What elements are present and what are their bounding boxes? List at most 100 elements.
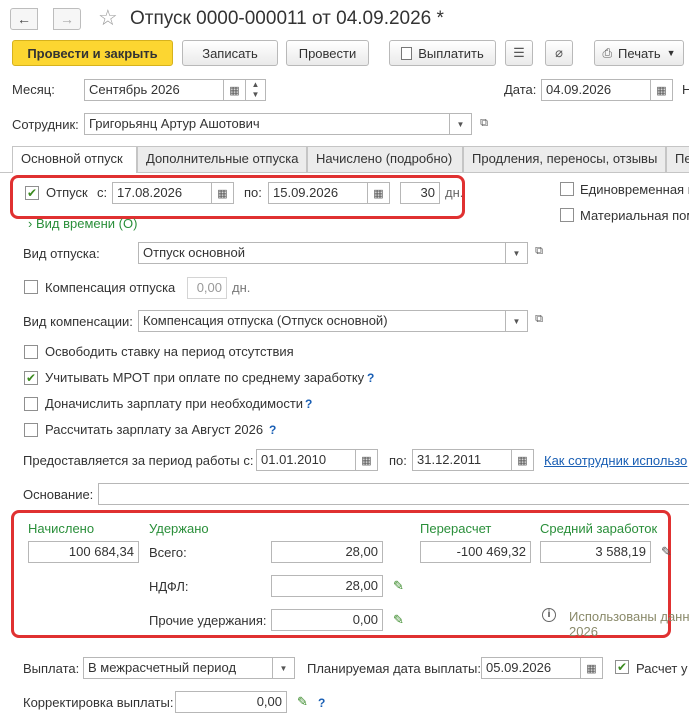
recalculation-label: Перерасчет <box>420 521 492 536</box>
caret-down-icon: ▼ <box>279 663 288 673</box>
tab-additional-leave[interactable]: Дополнительные отпуска <box>137 146 307 172</box>
work-period-to-field[interactable]: 31.12.2011 <box>412 449 512 471</box>
employee-field[interactable]: Григорьянц Артур Ашотович <box>84 113 450 135</box>
open-link-icon: ⧉ <box>480 116 488 129</box>
payment-field[interactable]: В межрасчетный период <box>83 657 273 679</box>
calculation-checkbox[interactable]: ✔ <box>615 660 629 674</box>
date-field[interactable]: 04.09.2026 <box>541 79 651 101</box>
back-button[interactable]: ← <box>10 8 38 30</box>
payment-dropdown-button[interactable]: ▼ <box>273 657 295 679</box>
other-withholdings-field[interactable]: 0,00 <box>271 609 383 631</box>
material-aid-label: Материальная пом <box>580 208 689 223</box>
compensation-kind-field[interactable]: Компенсация отпуска (Отпуск основной) <box>138 310 506 332</box>
leave-period-highlight <box>10 175 465 219</box>
extra-salary-help-icon[interactable]: ? <box>305 396 312 412</box>
list-icon: ☰ <box>513 45 525 60</box>
other-withholdings-label: Прочие удержания: <box>149 613 267 628</box>
printer-icon: ⎙ <box>602 45 613 60</box>
work-period-to-calendar-button[interactable]: ▦ <box>512 449 534 471</box>
post-and-close-button[interactable]: Провести и закрыть <box>12 40 173 66</box>
ndfl-label: НДФЛ: <box>149 579 189 594</box>
calculation-label: Расчет у <box>636 661 688 676</box>
one-time-aid-checkbox[interactable] <box>560 182 574 196</box>
compensation-kind-dropdown-button[interactable]: ▼ <box>506 310 528 332</box>
compensation-checkbox[interactable] <box>24 280 38 294</box>
tab-main-leave[interactable]: Основной отпуск <box>12 146 137 173</box>
employee-open-button[interactable]: ⧉ <box>476 115 492 131</box>
calendar-icon: ▦ <box>229 84 240 97</box>
employee-label: Сотрудник: <box>12 117 79 132</box>
calc-salary-help-icon[interactable]: ? <box>269 422 276 438</box>
date-label: Дата: <box>504 82 537 97</box>
chevron-right-icon: › <box>28 216 33 231</box>
compensation-label: Компенсация отпуска <box>45 280 176 295</box>
calendar-icon: ▦ <box>361 454 372 467</box>
withheld-total-label: Всего: <box>149 545 187 560</box>
open-link-icon: ⧉ <box>535 245 543 257</box>
work-period-label: Предоставляется за период работы с: <box>23 453 254 468</box>
ndfl-edit-pencil-icon[interactable]: ✎ <box>393 578 404 594</box>
save-button[interactable]: Записать <box>182 40 278 66</box>
caret-down-icon: ▼ <box>512 248 521 258</box>
planned-date-field[interactable]: 05.09.2026 <box>481 657 581 679</box>
withheld-total-field[interactable]: 28,00 <box>271 541 383 563</box>
payment-adjustment-edit-pencil-icon[interactable]: ✎ <box>297 694 308 710</box>
used-data-text: Использованы данн <box>569 609 689 624</box>
time-kind-link[interactable]: › Вид времени (О) <box>28 217 137 231</box>
ndfl-field[interactable]: 28,00 <box>271 575 383 597</box>
accrued-field[interactable]: 100 684,34 <box>28 541 139 563</box>
average-earnings-edit-pencil-icon[interactable]: ✎ <box>661 544 672 560</box>
mrot-help-icon[interactable]: ? <box>367 370 374 386</box>
checkmark-icon: ✔ <box>25 371 37 385</box>
tab-extensions[interactable]: Продления, переносы, отзывы <box>463 146 666 172</box>
attach-button[interactable]: ⌀ <box>545 40 573 66</box>
spin-up-icon[interactable]: ▲ <box>246 80 265 90</box>
print-button[interactable]: ⎙ Печать ▼ <box>594 40 684 66</box>
favorite-star-icon[interactable]: ☆ <box>98 5 118 31</box>
month-spinner[interactable]: ▲ ▼ <box>246 79 266 101</box>
accrued-label: Начислено <box>28 521 95 536</box>
extra-salary-checkbox[interactable] <box>24 397 38 411</box>
mrot-checkbox[interactable]: ✔ <box>24 371 38 385</box>
leave-kind-open-button[interactable]: ⧉ <box>531 245 547 261</box>
basis-field[interactable] <box>98 483 689 505</box>
average-earnings-label: Средний заработок <box>540 521 658 536</box>
document-icon <box>401 46 413 60</box>
work-period-from-field[interactable]: 01.01.2010 <box>256 449 356 471</box>
material-aid-checkbox[interactable] <box>560 208 574 222</box>
withheld-label: Удержано <box>149 521 209 536</box>
payment-adjustment-help-icon[interactable]: ? <box>318 695 325 711</box>
arrow-right-icon: → <box>60 11 74 27</box>
compensation-kind-open-button[interactable]: ⧉ <box>531 313 547 329</box>
month-label: Месяц: <box>12 82 55 97</box>
other-withholdings-edit-pencil-icon[interactable]: ✎ <box>393 612 404 628</box>
pay-button[interactable]: Выплатить <box>389 40 496 66</box>
average-earnings-field[interactable]: 3 588,19 <box>540 541 651 563</box>
release-rate-checkbox[interactable] <box>24 345 38 359</box>
compensation-days-field[interactable]: 0,00 <box>187 277 227 299</box>
month-calendar-button[interactable]: ▦ <box>224 79 246 101</box>
calc-salary-checkbox[interactable] <box>24 423 38 437</box>
paperclip-icon: ⌀ <box>555 45 563 60</box>
payment-label: Выплата: <box>23 661 80 676</box>
employee-usage-link[interactable]: Как сотрудник использо <box>544 453 687 469</box>
spin-down-icon[interactable]: ▼ <box>246 90 265 100</box>
work-period-from-calendar-button[interactable]: ▦ <box>356 449 378 471</box>
compensation-kind-label: Вид компенсации: <box>23 314 133 329</box>
date-calendar-button[interactable]: ▦ <box>651 79 673 101</box>
post-button[interactable]: Провести <box>286 40 369 66</box>
month-field[interactable]: Сентябрь 2026 <box>84 79 224 101</box>
report-button[interactable]: ☰ <box>505 40 533 66</box>
compensation-days-unit: дн. <box>232 280 251 295</box>
leave-kind-dropdown-button[interactable]: ▼ <box>506 242 528 264</box>
leave-kind-field[interactable]: Отпуск основной <box>138 242 506 264</box>
planned-date-calendar-button[interactable]: ▦ <box>581 657 603 679</box>
employee-dropdown-button[interactable]: ▼ <box>450 113 472 135</box>
payment-adjustment-label: Корректировка выплаты: <box>23 695 174 710</box>
tab-more[interactable]: Пе <box>666 146 689 172</box>
payment-adjustment-field[interactable]: 0,00 <box>175 691 287 713</box>
recalculation-field[interactable]: -100 469,32 <box>420 541 531 563</box>
tab-accrued-detail[interactable]: Начислено (подробно) <box>307 146 463 172</box>
calc-salary-label: Рассчитать зарплату за Август 2026 <box>45 422 264 437</box>
forward-button[interactable]: → <box>53 8 81 30</box>
